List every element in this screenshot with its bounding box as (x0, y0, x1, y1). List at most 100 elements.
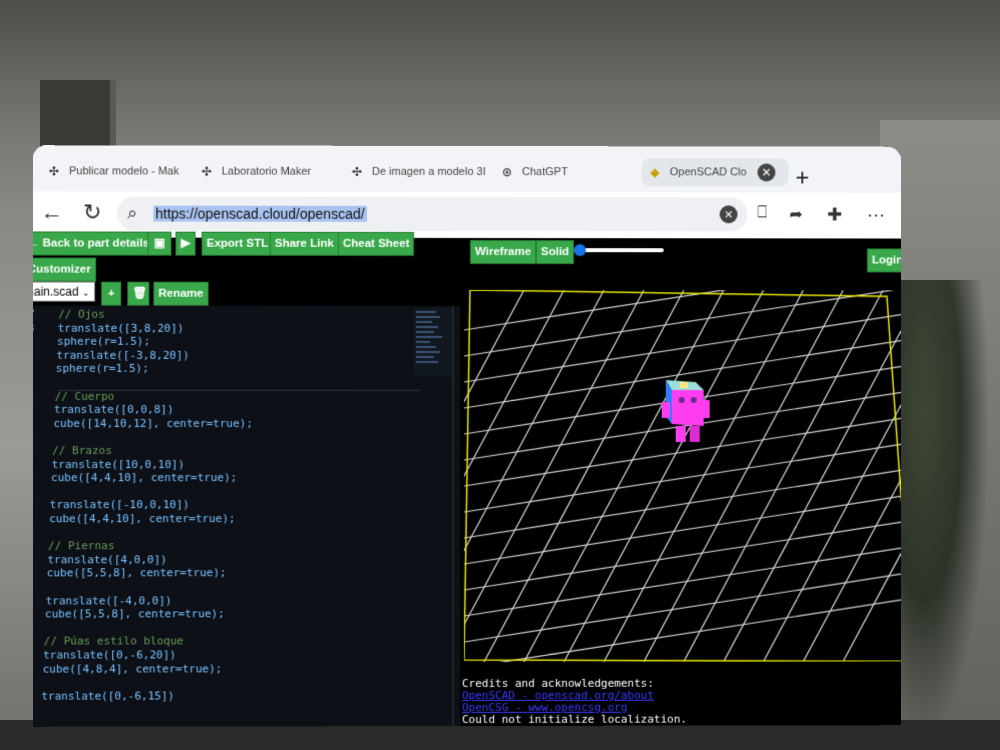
close-tab-icon[interactable]: ✕ (757, 163, 776, 182)
code-line[interactable]: 24 translate([0,0,8]) (33, 403, 174, 416)
code-text: translate([10,0,10]) (38, 457, 185, 471)
code-line[interactable]: 27 // Brazos (33, 444, 112, 457)
code-line[interactable]: 23 // Cuerpo (33, 389, 115, 402)
line-number: 19 (33, 335, 34, 348)
console-output: Credits and acknowledgements: OpenSCAD -… (462, 677, 901, 726)
code-line[interactable]: 36 cube([5,5,8], center=true); (33, 566, 227, 580)
code-text: // Ojos (44, 307, 105, 321)
code-line[interactable]: 25 cube([14,10,12], center=true); (33, 416, 253, 430)
code-line[interactable]: 39 cube([5,5,8], center=true); (33, 607, 225, 620)
code-line[interactable]: 26 (33, 430, 40, 443)
tab-openscad-cloud[interactable]: ◆ OpenSCAD Clo ✕ (641, 158, 789, 187)
code-text: translate([0,-6,15]) (32, 689, 175, 703)
code-line[interactable]: 35 translate([4,0,0]) (33, 553, 167, 566)
save-icon[interactable]: ▣ (147, 231, 172, 256)
more-menu-icon[interactable]: ⋯ (867, 205, 885, 226)
code-text: cube([5,5,8], center=true); (33, 566, 227, 580)
instructables-icon: ✣ (48, 164, 60, 179)
tab-label: Laboratorio Maker (221, 165, 312, 178)
code-text: translate([-10,0,10]) (36, 498, 190, 512)
grid-line (483, 290, 686, 663)
code-line[interactable]: 43 cube([4,8,4], center=true); (32, 661, 223, 676)
pane-divider[interactable] (451, 305, 454, 727)
instructables-icon: ✣ (351, 164, 362, 179)
tab-chatgpt[interactable]: ⊛ ChatGPT (500, 158, 620, 186)
add-file-button[interactable]: + (101, 281, 122, 306)
grid-line (644, 290, 843, 662)
openscad-app: ← Back to part details ▣ ▶ Export STL Sh… (32, 231, 901, 727)
console-line: Could not initialize localization. (462, 712, 687, 727)
code-line[interactable]: 38 translate([-4,0,0]) (33, 594, 172, 607)
browser-window: ✣ Publicar modelo - Mak ✣ Laboratorio Ma… (32, 145, 901, 727)
extensions-icon[interactable]: ✚ (827, 205, 842, 226)
code-line[interactable]: 18 translate([3,8,20]) (33, 321, 184, 334)
code-line[interactable]: 19 sphere(r=1.5); (33, 335, 150, 348)
code-line[interactable]: 30 (33, 485, 37, 498)
code-line[interactable]: 32 cube([4,4,10], center=true); (33, 512, 236, 526)
url-field[interactable]: ⌕ https://openscad.cloud/openscad/ ✕ (117, 196, 748, 232)
grid-line (843, 290, 901, 661)
back-to-part-button[interactable]: ← Back to part details (32, 231, 155, 256)
reload-icon[interactable]: ↻ (83, 199, 102, 225)
code-line[interactable]: 45 translate([0,-6,15]) (32, 689, 175, 703)
run-button[interactable]: ▶ (175, 231, 196, 256)
slider-knob[interactable] (573, 244, 586, 257)
code-line[interactable]: 33 (33, 526, 35, 539)
bookmark-icon[interactable]: ⎕ (757, 204, 767, 222)
code-line[interactable]: 22 (33, 376, 42, 389)
code-line[interactable]: 41 // Púas estilo bloque (33, 635, 184, 648)
tab-label: OpenSCAD Clo (669, 166, 747, 179)
export-stl-button[interactable]: Export STL (201, 231, 274, 256)
code-line[interactable]: 20 translate([-3,8,20]) (33, 349, 190, 362)
code-line[interactable]: 17 // Ojos (33, 308, 105, 321)
line-number: 17 (32, 307, 35, 321)
grid-line (763, 290, 900, 661)
editor-minimap[interactable] (413, 307, 454, 376)
solid-button[interactable]: Solid (535, 240, 575, 265)
grid-line (323, 289, 525, 662)
code-text: cube([14,10,12], center=true); (40, 416, 253, 430)
tab-de-imagen-a-modelo[interactable]: ✣ De imagen a modelo 3I (350, 158, 490, 186)
code-text: sphere(r=1.5); (42, 362, 149, 376)
code-line[interactable]: 28 translate([10,0,10]) (33, 458, 185, 471)
code-text: cube([4,8,4], center=true); (32, 661, 223, 676)
robot-model (662, 380, 710, 443)
tab-label: ChatGPT (521, 166, 568, 179)
tab-label: De imagen a modelo 3I (371, 165, 486, 179)
code-text: translate([4,0,0]) (34, 553, 168, 567)
code-text: sphere(r=1.5); (43, 334, 151, 349)
code-line[interactable]: 21 sphere(r=1.5); (33, 362, 149, 375)
code-line[interactable]: 31 translate([-10,0,10]) (33, 498, 190, 511)
background-ceiling (0, 0, 1000, 150)
tab-laboratorio-maker[interactable]: ✣ Laboratorio Maker (200, 158, 340, 186)
file-select[interactable]: main.scad ⌄ (32, 281, 95, 302)
code-text: translate([0,0,8]) (40, 403, 174, 417)
code-line[interactable]: 42 translate([0,-6,20]) (33, 648, 176, 661)
login-button[interactable]: Login (866, 248, 901, 273)
clear-url-icon[interactable]: ✕ (719, 205, 738, 224)
share-link-button[interactable]: Share Link (269, 231, 339, 256)
code-text: translate([-3,8,20]) (43, 348, 190, 362)
tab-publicar-modelo[interactable]: ✣ Publicar modelo - Mak (47, 157, 188, 185)
code-text: translate([0,-6,20]) (32, 648, 177, 662)
grid-line (604, 290, 803, 662)
code-text: cube([4,4,10], center=true); (35, 512, 236, 526)
3d-viewport[interactable] (323, 289, 901, 663)
customizer-button[interactable]: Customizer (32, 257, 96, 282)
opacity-slider[interactable] (573, 244, 664, 257)
instructables-icon: ✣ (201, 164, 212, 179)
cheat-sheet-button[interactable]: Cheat Sheet (337, 231, 415, 256)
code-text: translate([3,8,20]) (44, 321, 184, 335)
code-line[interactable]: 29 cube([4,4,10], center=true); (33, 471, 237, 484)
tab-label: Publicar modelo - Mak (69, 165, 179, 178)
openscad-icon: ◆ (650, 165, 660, 180)
code-line[interactable]: 34 // Piernas (33, 539, 115, 552)
new-tab-icon[interactable]: + (795, 165, 809, 192)
search-icon: ⌕ (127, 202, 138, 223)
share-icon[interactable]: ➦ (789, 204, 802, 224)
wireframe-button[interactable]: Wireframe (469, 240, 537, 265)
code-editor[interactable]: 17 // Ojos18 translate([3,8,20])19 spher… (32, 305, 460, 727)
rename-button[interactable]: Rename (153, 281, 209, 306)
back-arrow-icon[interactable]: ← (41, 199, 63, 225)
trash-icon[interactable]: 🗑 (127, 281, 150, 306)
